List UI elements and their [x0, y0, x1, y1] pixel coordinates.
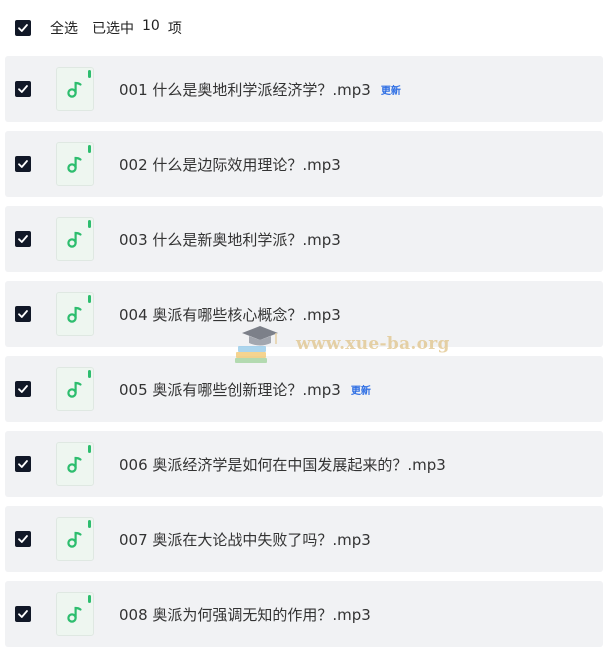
file-thumbnail — [56, 292, 94, 336]
file-name[interactable]: 006 奥派经济学是如何在中国发展起来的？.mp3 — [119, 454, 446, 475]
selected-count: 10 — [142, 18, 160, 34]
file-name[interactable]: 003 什么是新奥地利学派？.mp3 — [119, 229, 341, 250]
item-checkbox[interactable] — [15, 606, 31, 622]
selected-suffix: 项 — [167, 21, 182, 37]
checkmark-icon — [18, 535, 28, 543]
music-note-icon — [67, 81, 82, 98]
checkmark-icon — [18, 235, 28, 243]
list-item[interactable]: 005 奥派有哪些创新理论？.mp3 更新 — [5, 356, 603, 422]
music-note-icon — [67, 531, 82, 548]
list-item[interactable]: 008 奥派为何强调无知的作用？.mp3 — [5, 581, 603, 647]
item-checkbox[interactable] — [15, 531, 31, 547]
file-thumbnail — [56, 442, 94, 486]
select-all-label[interactable]: 全选 — [50, 18, 78, 38]
file-thumbnail — [56, 142, 94, 186]
file-name[interactable]: 008 奥派为何强调无知的作用？.mp3 — [119, 604, 371, 625]
list-item[interactable]: 003 什么是新奥地利学派？.mp3 — [5, 206, 603, 272]
item-checkbox[interactable] — [15, 231, 31, 247]
list-item[interactable]: 001 什么是奥地利学派经济学？.mp3 更新 — [5, 56, 603, 122]
select-all-checkbox[interactable] — [15, 20, 31, 36]
checkmark-icon — [18, 160, 28, 168]
file-thumbnail — [56, 367, 94, 411]
checkmark-icon — [18, 460, 28, 468]
checkmark-icon — [18, 24, 28, 32]
music-note-icon — [67, 456, 82, 473]
selection-header: 全选 已选中 10 项 — [0, 0, 603, 56]
file-name[interactable]: 004 奥派有哪些核心概念？.mp3 — [119, 304, 341, 325]
item-checkbox[interactable] — [15, 306, 31, 322]
file-list: 001 什么是奥地利学派经济学？.mp3 更新 002 什么是边际效用理论？.m… — [5, 56, 603, 656]
music-note-icon — [67, 381, 82, 398]
file-name[interactable]: 007 奥派在大论战中失败了吗？.mp3 — [119, 529, 371, 550]
file-thumbnail — [56, 592, 94, 636]
item-checkbox[interactable] — [15, 456, 31, 472]
update-badge: 更新 — [380, 85, 401, 97]
list-item[interactable]: 007 奥派在大论战中失败了吗？.mp3 — [5, 506, 603, 572]
list-item[interactable]: 004 奥派有哪些核心概念？.mp3 — [5, 281, 603, 347]
file-name[interactable]: 002 什么是边际效用理论？.mp3 — [119, 154, 341, 175]
checkmark-icon — [18, 310, 28, 318]
music-note-icon — [67, 231, 82, 248]
selected-prefix: 已选中 — [92, 21, 134, 37]
selection-summary: 全选 已选中 10 项 — [50, 18, 182, 38]
list-item[interactable]: 002 什么是边际效用理论？.mp3 — [5, 131, 603, 197]
music-note-icon — [67, 606, 82, 623]
checkmark-icon — [18, 85, 28, 93]
file-thumbnail — [56, 517, 94, 561]
checkmark-icon — [18, 610, 28, 618]
music-note-icon — [67, 156, 82, 173]
item-checkbox[interactable] — [15, 156, 31, 172]
list-item[interactable]: 006 奥派经济学是如何在中国发展起来的？.mp3 — [5, 431, 603, 497]
checkmark-icon — [18, 385, 28, 393]
file-thumbnail — [56, 67, 94, 111]
item-checkbox[interactable] — [15, 381, 31, 397]
music-note-icon — [67, 306, 82, 323]
update-badge: 更新 — [350, 385, 371, 397]
file-thumbnail — [56, 217, 94, 261]
item-checkbox[interactable] — [15, 81, 31, 97]
file-name[interactable]: 005 奥派有哪些创新理论？.mp3 — [119, 379, 341, 400]
file-name[interactable]: 001 什么是奥地利学派经济学？.mp3 — [119, 79, 371, 100]
